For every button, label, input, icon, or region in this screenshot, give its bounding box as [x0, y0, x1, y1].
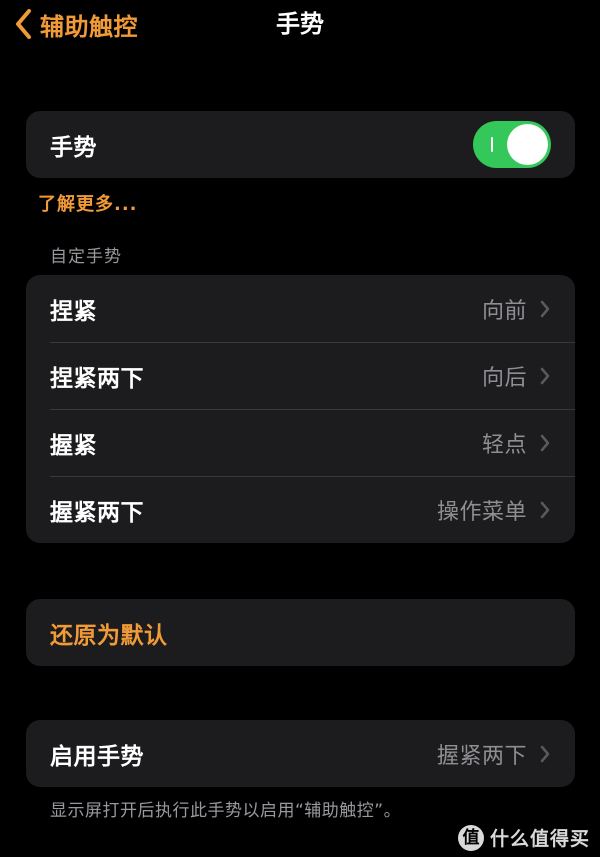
gesture-toggle-label: 手势 [50, 134, 97, 161]
gesture-row-label: 握紧 [50, 432, 97, 459]
gesture-toggle-switch[interactable] [473, 121, 551, 168]
gesture-row-value: 向后 [481, 365, 527, 391]
watermark-logo-icon: 值 [457, 824, 484, 851]
custom-gestures-group: 捏紧 向前 捏紧两下 向后 握紧 轻点 握紧两下 操作菜单 [26, 275, 575, 543]
toggle-knob [507, 124, 548, 165]
gesture-row-label: 握紧两下 [50, 499, 144, 526]
enable-gesture-value: 握紧两下 [436, 743, 527, 769]
reset-group: 还原为默认 [26, 599, 575, 666]
chevron-right-icon [539, 433, 551, 453]
chevron-right-icon [539, 366, 551, 386]
chevron-right-icon [539, 744, 551, 764]
chevron-right-icon [539, 500, 551, 520]
gesture-row-double-clench[interactable]: 握紧两下 操作菜单 [26, 476, 575, 543]
enable-gesture-row[interactable]: 启用手势 握紧两下 [26, 720, 575, 787]
gesture-row-value: 轻点 [481, 432, 527, 458]
gesture-row-double-pinch[interactable]: 捏紧两下 向后 [26, 342, 575, 409]
enable-gesture-label: 启用手势 [50, 743, 144, 770]
navigation-bar: 辅助触控 手势 [0, 0, 600, 50]
reset-label: 还原为默认 [50, 622, 168, 649]
gesture-row-value: 操作菜单 [436, 499, 527, 525]
reset-button[interactable]: 还原为默认 [26, 599, 575, 666]
custom-gestures-header: 自定手势 [50, 247, 122, 267]
enable-gesture-group: 启用手势 握紧两下 [26, 720, 575, 787]
learn-more-link[interactable]: 了解更多... [38, 190, 138, 216]
gesture-toggle-group: 手势 [26, 111, 575, 178]
watermark: 值 什么值得买 [457, 824, 590, 851]
chevron-right-icon [539, 299, 551, 319]
page-title: 手势 [276, 10, 324, 38]
gesture-row-clench[interactable]: 握紧 轻点 [26, 409, 575, 476]
footer-note: 显示屏打开后执行此手势以启用“辅助触控”。 [50, 801, 402, 821]
gesture-row-pinch[interactable]: 捏紧 向前 [26, 275, 575, 342]
gesture-row-value: 向前 [481, 298, 527, 324]
gesture-toggle-row: 手势 [26, 111, 575, 178]
watermark-text: 什么值得买 [489, 828, 590, 850]
toggle-on-indicator [491, 137, 493, 152]
gesture-row-label: 捏紧 [50, 298, 97, 325]
gesture-row-label: 捏紧两下 [50, 365, 144, 392]
